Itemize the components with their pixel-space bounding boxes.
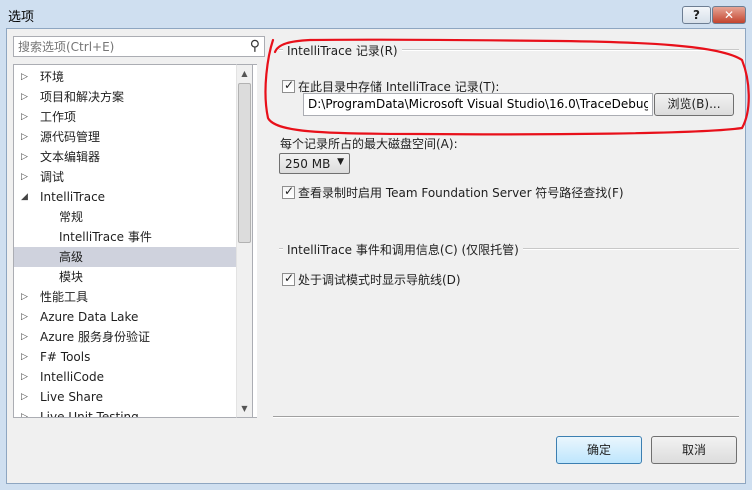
tree-item[interactable]: ▷ F# Tools: [14, 347, 243, 367]
tree-item[interactable]: ▷ 调试: [14, 167, 243, 187]
collapsed-arrow-icon[interactable]: ▷: [21, 287, 31, 307]
show-nav-gutter-checkbox[interactable]: ✓: [282, 271, 295, 286]
path-field[interactable]: [308, 97, 648, 111]
tree-item-label: Live Share: [40, 390, 103, 404]
browse-button[interactable]: 浏览(B)...: [654, 93, 734, 116]
tree-item[interactable]: ▷ 性能工具: [14, 287, 243, 307]
max-disk-label: 每个记录所占的最大磁盘空间(A):: [280, 137, 458, 151]
chevron-down-icon: ▼: [337, 157, 344, 167]
tree-item-label: 模块: [59, 270, 84, 284]
tree-item-label: 环境: [40, 70, 65, 84]
tree-item[interactable]: ▷ Live Share: [14, 387, 243, 407]
tree-item-label: Azure Data Lake: [40, 310, 139, 324]
collapsed-arrow-icon[interactable]: ▷: [21, 327, 31, 347]
tree-item[interactable]: 高级: [14, 247, 243, 267]
close-button[interactable]: ✕: [712, 6, 746, 24]
title-bar: 选项 ? ✕: [0, 0, 752, 28]
collapsed-arrow-icon[interactable]: ▷: [21, 407, 31, 417]
collapsed-arrow-icon[interactable]: ▷: [21, 367, 31, 387]
max-disk-select[interactable]: 250 MB ▼: [279, 153, 350, 174]
recording-group-title: IntelliTrace 记录(R): [283, 42, 402, 59]
tree-item[interactable]: ▷ Azure Data Lake: [14, 307, 243, 327]
options-tree: ▷ 环境 ▷ 项目和解决方案 ▷ 工作项 ▷ 源代码管理 ▷ 文本编辑器 ▷ 调试 ◢ IntelliTr…: [13, 64, 257, 418]
path-field-box[interactable]: [303, 93, 653, 116]
check-icon: ✓: [284, 271, 295, 285]
tree-item[interactable]: IntelliTrace 事件: [14, 227, 243, 247]
tfs-symbol-label: 查看录制时启用 Team Foundation Server 符号路径查找(F): [298, 186, 624, 200]
tree-item-label: Azure 服务身份验证: [40, 330, 150, 344]
tree-item-label: F# Tools: [40, 350, 91, 364]
tree-item[interactable]: ▷ 项目和解决方案: [14, 87, 243, 107]
collapsed-arrow-icon[interactable]: ▷: [21, 167, 31, 187]
search-icon[interactable]: ⚲: [250, 38, 260, 54]
max-disk-value: 250 MB: [285, 157, 331, 171]
tree-item-label: 常规: [59, 210, 84, 224]
check-icon: ✓: [284, 184, 295, 198]
tree-item-label: 工作项: [40, 110, 77, 124]
collapsed-arrow-icon[interactable]: ▷: [21, 387, 31, 407]
tree-scrollbar[interactable]: ▲ ▼: [236, 64, 253, 418]
tfs-symbol-checkbox[interactable]: ✓: [282, 184, 295, 199]
tree-item[interactable]: ▷ IntelliCode: [14, 367, 243, 387]
store-recordings-checkbox[interactable]: ✓: [282, 78, 295, 93]
cancel-button[interactable]: 取消: [651, 436, 737, 464]
dialog-body: ⚲ ▷ 环境 ▷ 项目和解决方案 ▷ 工作项 ▷ 源代码管理 ▷ 文本编辑器 ▷ 调试 ◢ Intelli…: [6, 28, 746, 484]
search-box[interactable]: ⚲: [13, 36, 265, 57]
scroll-down-icon[interactable]: ▼: [237, 400, 252, 417]
show-nav-gutter-label: 处于调试模式时显示导航线(D): [298, 273, 461, 287]
tree-item-label: IntelliTrace: [40, 190, 106, 204]
collapsed-arrow-icon[interactable]: ▷: [21, 307, 31, 327]
tree-item[interactable]: ▷ 源代码管理: [14, 127, 243, 147]
tree-item[interactable]: ▷ Live Unit Testing: [14, 407, 243, 418]
tree-item-label: Live Unit Testing: [40, 410, 139, 418]
events-group-title: IntelliTrace 事件和调用信息(C) (仅限托管): [283, 241, 523, 258]
scroll-up-icon[interactable]: ▲: [237, 65, 252, 82]
check-icon: ✓: [284, 78, 295, 92]
collapsed-arrow-icon[interactable]: ▷: [21, 87, 31, 107]
collapsed-arrow-icon[interactable]: ▷: [21, 107, 31, 127]
search-input[interactable]: [18, 39, 236, 54]
expanded-arrow-icon[interactable]: ◢: [21, 187, 31, 207]
tree-item-label: IntelliTrace 事件: [59, 230, 152, 244]
tree-item-label: 性能工具: [40, 290, 89, 304]
tree-item-label: 高级: [59, 250, 84, 264]
footer-separator: [273, 416, 739, 418]
tree-item[interactable]: ▷ 文本编辑器: [14, 147, 243, 167]
tree-item[interactable]: ▷ Azure 服务身份验证: [14, 327, 243, 347]
collapsed-arrow-icon[interactable]: ▷: [21, 67, 31, 87]
tree-item-label: 文本编辑器: [40, 150, 101, 164]
tree-item[interactable]: ▷ 工作项: [14, 107, 243, 127]
tree-item[interactable]: ▷ 环境: [14, 67, 243, 87]
options-dialog: 选项 ? ✕ ⚲ ▷ 环境 ▷ 项目和解决方案 ▷ 工作项 ▷ 源代码管理 ▷ 文本编辑器 ▷ 调试 ◢…: [0, 0, 752, 490]
collapsed-arrow-icon[interactable]: ▷: [21, 147, 31, 167]
ok-button[interactable]: 确定: [556, 436, 642, 464]
tree-item-label: 调试: [40, 170, 65, 184]
tree-item-label: 项目和解决方案: [40, 90, 125, 104]
tree-item[interactable]: ◢ IntelliTrace: [14, 187, 243, 207]
window-title: 选项: [8, 10, 35, 25]
tree-item[interactable]: 常规: [14, 207, 243, 227]
help-button[interactable]: ?: [682, 6, 711, 24]
tree-item[interactable]: 模块: [14, 267, 243, 287]
tree-item-label: 源代码管理: [40, 130, 101, 144]
scroll-thumb[interactable]: [238, 83, 251, 243]
collapsed-arrow-icon[interactable]: ▷: [21, 127, 31, 147]
tree-item-label: IntelliCode: [40, 370, 104, 384]
collapsed-arrow-icon[interactable]: ▷: [21, 347, 31, 367]
